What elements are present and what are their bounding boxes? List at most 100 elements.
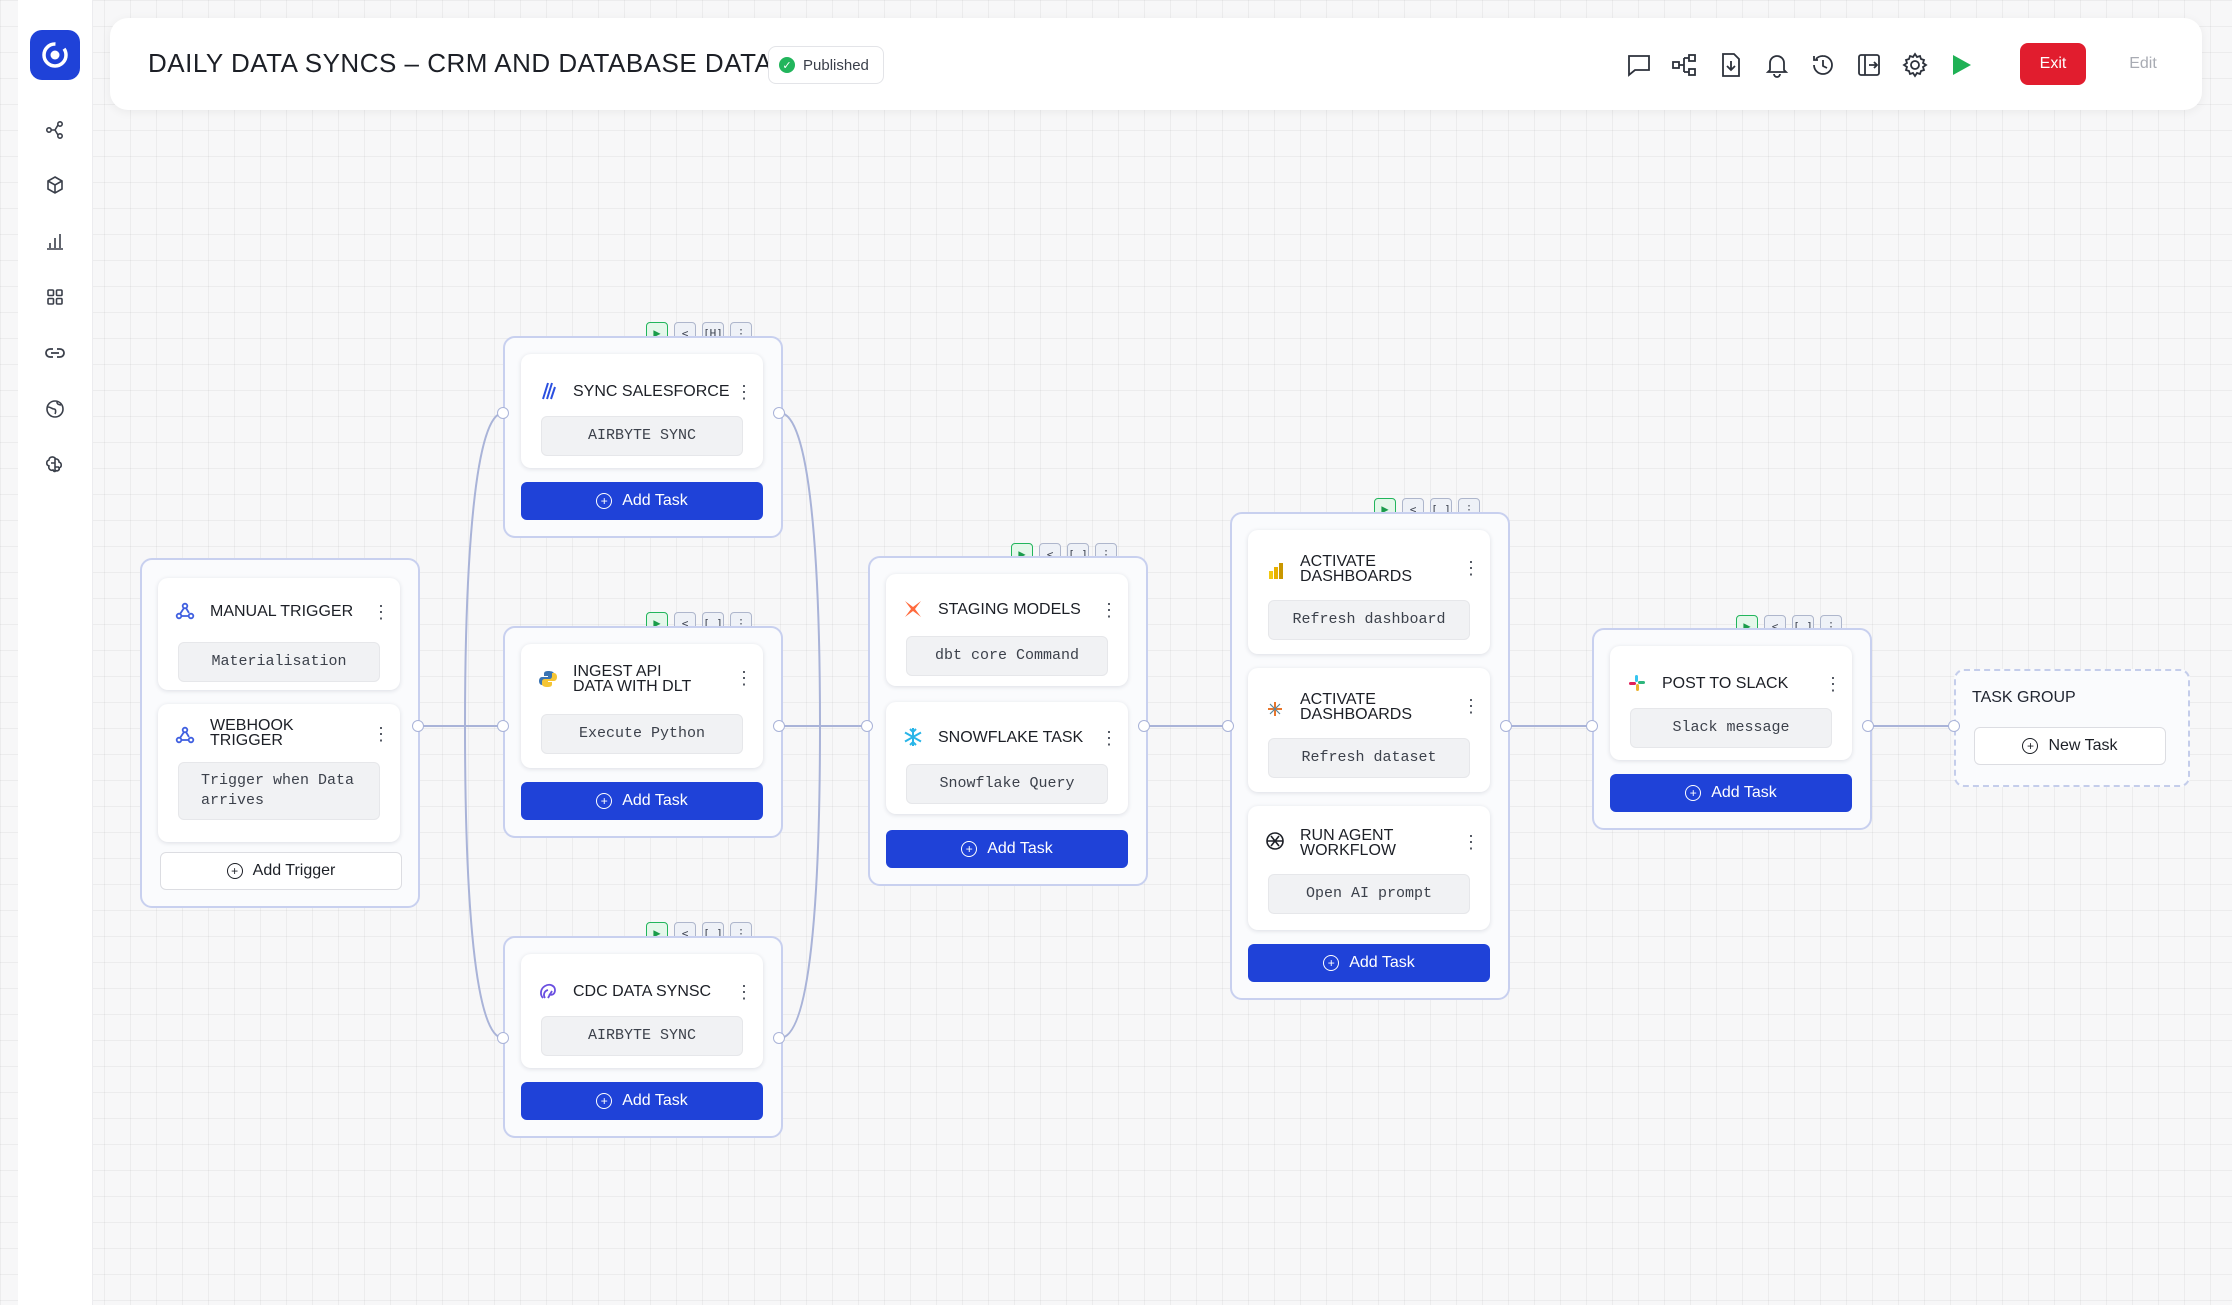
- card-subtitle: AIRBYTE SYNC: [541, 416, 743, 456]
- transform-group: STAGING MODELS ⋮ dbt core Command SNOWFL…: [868, 556, 1148, 886]
- more-menu-icon[interactable]: ⋮: [735, 982, 753, 1003]
- more-menu-icon[interactable]: ⋮: [735, 668, 753, 689]
- port[interactable]: [497, 1032, 509, 1044]
- more-menu-icon[interactable]: ⋮: [1462, 832, 1480, 853]
- port[interactable]: [1222, 720, 1234, 732]
- comment-icon[interactable]: [1622, 48, 1656, 82]
- port[interactable]: [1586, 720, 1598, 732]
- more-menu-icon[interactable]: ⋮: [735, 382, 753, 403]
- cdc-group: CDC DATA SYNSC ⋮ AIRBYTE SYNC + Add Task: [503, 936, 783, 1138]
- tableau-icon: [1264, 698, 1286, 720]
- card-subtitle: Open AI prompt: [1268, 874, 1470, 914]
- workflow-tool-icon[interactable]: [1668, 48, 1702, 82]
- add-task-button[interactable]: + Add Task: [1248, 944, 1490, 982]
- port[interactable]: [773, 407, 785, 419]
- exit-button[interactable]: Exit: [2020, 43, 2086, 85]
- download-icon[interactable]: [1714, 48, 1748, 82]
- plus-icon: +: [1685, 785, 1702, 801]
- snowflake-icon: [902, 726, 924, 748]
- activate-dashboards-card[interactable]: ACTIVATE DASHBOARDS ⋮ Refresh dashboard: [1248, 530, 1490, 654]
- workflow-icon[interactable]: [40, 115, 70, 145]
- export-icon[interactable]: [1852, 48, 1886, 82]
- edit-button[interactable]: Edit: [2110, 43, 2176, 85]
- run-agent-workflow-card[interactable]: RUN AGENT WORKFLOW ⋮ Open AI prompt: [1248, 806, 1490, 930]
- post-to-slack-card[interactable]: POST TO SLACK ⋮ Slack message: [1610, 646, 1852, 760]
- activate-dashboards-card[interactable]: ACTIVATE DASHBOARDS ⋮ Refresh dataset: [1248, 668, 1490, 792]
- button-label: Add Task: [622, 1092, 688, 1109]
- status-label: Published: [803, 56, 869, 74]
- port[interactable]: [1948, 720, 1960, 732]
- port[interactable]: [497, 407, 509, 419]
- webhook-trigger-card[interactable]: WEBHOOK TRIGGER ⋮ Trigger when Data arrive…: [158, 704, 400, 842]
- ingest-api-card[interactable]: INGEST API DATA WITH DLT ⋮ Execute Python: [521, 644, 763, 768]
- card-title-line: DATA WITH DLT: [573, 678, 692, 695]
- ingest-group: INGEST API DATA WITH DLT ⋮ Execute Python…: [503, 626, 783, 838]
- card-title-line: DASHBOARDS: [1300, 706, 1413, 723]
- salesforce-icon: [537, 380, 559, 402]
- more-menu-icon[interactable]: ⋮: [1100, 600, 1118, 621]
- openai-icon: [1264, 830, 1286, 852]
- button-label: New Task: [2048, 737, 2118, 754]
- add-task-button[interactable]: + Add Task: [521, 482, 763, 520]
- powerbi-icon: [1264, 560, 1286, 582]
- add-trigger-button[interactable]: + Add Trigger: [160, 852, 402, 890]
- more-menu-icon[interactable]: ⋮: [1824, 674, 1842, 695]
- bell-icon[interactable]: [1760, 48, 1794, 82]
- card-subtitle: Snowflake Query: [906, 764, 1108, 804]
- slack-group: POST TO SLACK ⋮ Slack message + Add Task: [1592, 628, 1872, 830]
- port[interactable]: [412, 720, 424, 732]
- globe-icon[interactable]: [40, 394, 70, 424]
- more-menu-icon[interactable]: ⋮: [372, 602, 390, 623]
- add-task-button[interactable]: + Add Task: [521, 782, 763, 820]
- brain-icon[interactable]: [40, 450, 70, 480]
- plus-icon: +: [596, 493, 613, 509]
- link-icon[interactable]: [40, 338, 70, 368]
- grid-icon[interactable]: [40, 282, 70, 312]
- card-title-line: TRIGGER: [210, 732, 283, 749]
- add-task-button[interactable]: + Add Task: [521, 1082, 763, 1120]
- more-menu-icon[interactable]: ⋮: [1462, 558, 1480, 579]
- history-icon[interactable]: [1806, 48, 1840, 82]
- card-title: INGEST API DATA WITH DLT: [573, 664, 692, 695]
- card-title: WEBHOOK TRIGGER: [210, 718, 294, 749]
- button-label: Add Task: [1349, 954, 1415, 971]
- add-task-button[interactable]: + Add Task: [886, 830, 1128, 868]
- card-subtitle: Materialisation: [178, 642, 380, 682]
- cdc-data-card[interactable]: CDC DATA SYNSC ⋮ AIRBYTE SYNC: [521, 954, 763, 1068]
- add-task-button[interactable]: + Add Task: [1610, 774, 1852, 812]
- page-title: DAILY DATA SYNCS – CRM AND DATABASE DATA: [148, 48, 773, 78]
- task-group-placeholder[interactable]: TASK GROUP + New Task: [1954, 669, 2190, 787]
- snowflake-task-card[interactable]: SNOWFLAKE TASK ⋮ Snowflake Query: [886, 702, 1128, 814]
- more-menu-icon[interactable]: ⋮: [1462, 696, 1480, 717]
- airbyte-icon: [537, 980, 559, 1002]
- port[interactable]: [773, 1032, 785, 1044]
- staging-models-card[interactable]: STAGING MODELS ⋮ dbt core Command: [886, 574, 1128, 686]
- plus-icon: +: [1323, 955, 1340, 971]
- port[interactable]: [1862, 720, 1874, 732]
- trigger-icon: [174, 600, 196, 622]
- card-subtitle-line: arrives: [201, 792, 265, 809]
- plus-icon: +: [961, 841, 978, 857]
- plus-icon: +: [596, 793, 613, 809]
- cube-icon[interactable]: [40, 170, 70, 200]
- port[interactable]: [861, 720, 873, 732]
- card-subtitle: AIRBYTE SYNC: [541, 1016, 743, 1056]
- more-menu-icon[interactable]: ⋮: [1100, 728, 1118, 749]
- port[interactable]: [497, 720, 509, 732]
- card-title-line: DASHBOARDS: [1300, 568, 1413, 585]
- card-title: SYNC SALESFORCE: [573, 383, 730, 400]
- card-title: SNOWFLAKE TASK: [938, 729, 1084, 746]
- port[interactable]: [1138, 720, 1150, 732]
- run-icon[interactable]: [1944, 48, 1978, 82]
- port[interactable]: [773, 720, 785, 732]
- chart-icon[interactable]: [40, 226, 70, 256]
- manual-trigger-card[interactable]: MANUAL TRIGGER ⋮ Materialisation: [158, 578, 400, 690]
- new-task-button[interactable]: + New Task: [1974, 727, 2166, 765]
- more-menu-icon[interactable]: ⋮: [372, 724, 390, 745]
- sync-salesforce-card[interactable]: SYNC SALESFORCE ⋮ AIRBYTE SYNC: [521, 354, 763, 468]
- app-logo[interactable]: [30, 30, 80, 80]
- card-title: CDC DATA SYNSC: [573, 983, 712, 1000]
- port[interactable]: [1500, 720, 1512, 732]
- settings-icon[interactable]: [1898, 48, 1932, 82]
- card-subtitle: Slack message: [1630, 708, 1832, 748]
